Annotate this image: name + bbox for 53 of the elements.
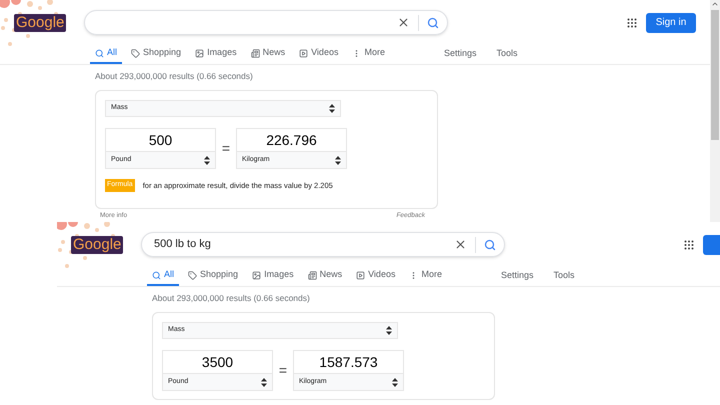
search-tab[interactable]: News	[246, 44, 290, 64]
settings-link[interactable]: Settings	[444, 44, 476, 64]
up-down-arrow-icon	[335, 156, 341, 164]
search-field[interactable]	[84, 10, 448, 35]
doodle-logo[interactable]: Google	[71, 236, 124, 254]
search-tab[interactable]: More	[347, 44, 390, 64]
close-icon[interactable]	[454, 238, 467, 251]
sign-in-button[interactable]: Sign in	[646, 12, 696, 32]
search-icon[interactable]	[484, 238, 496, 250]
up-down-arrow-icon	[204, 156, 210, 164]
tab-icon	[188, 270, 198, 280]
tab-icon	[308, 270, 317, 280]
search-query: 500 lb to kg	[154, 237, 212, 252]
search-tab[interactable]: Videos	[294, 44, 344, 64]
search-tab[interactable]: News	[302, 266, 348, 286]
equals-sign: =	[221, 139, 231, 158]
tools-link[interactable]: Tools	[554, 266, 575, 286]
tab-icon	[299, 48, 308, 58]
search-tab[interactable]: Shopping	[183, 266, 244, 286]
doodle-logo[interactable]: Google	[14, 14, 66, 32]
up-down-arrow-icon	[386, 326, 392, 335]
search-tab[interactable]: Videos	[351, 266, 400, 286]
equals-sign: =	[278, 361, 288, 380]
search-tab[interactable]: Shopping	[126, 44, 186, 64]
search-tab[interactable]: More	[404, 266, 447, 286]
apps-grid-icon[interactable]	[626, 16, 638, 28]
up-down-arrow-icon	[329, 104, 335, 113]
close-icon[interactable]	[397, 16, 410, 29]
apps-grid-icon[interactable]	[683, 238, 695, 250]
search-icon[interactable]	[427, 16, 439, 28]
value-field[interactable]: 226.796	[237, 129, 346, 151]
results-stats: About 293,000,000 results (0.66 seconds)	[95, 70, 254, 83]
up-down-arrow-icon	[392, 378, 398, 386]
tab-icon	[131, 48, 140, 58]
tab-icon	[252, 270, 262, 280]
settings-link[interactable]: Settings	[500, 266, 534, 286]
results-stats: About 293,000,000 results (0.66 seconds)	[152, 292, 311, 305]
tab-icon	[195, 48, 204, 58]
value-field[interactable]: 3500	[163, 351, 272, 373]
tab-icon	[152, 270, 161, 280]
value-field[interactable]: 500	[106, 129, 215, 151]
search-field[interactable]: 500 lb to kg	[141, 232, 505, 257]
value-field[interactable]: 1587.573	[294, 351, 403, 373]
tab-icon	[95, 48, 104, 58]
search-tab[interactable]: Images	[247, 266, 299, 286]
scrollbar[interactable]	[710, 0, 720, 222]
tab-icon	[250, 48, 260, 58]
tools-link[interactable]: Tools	[496, 44, 518, 64]
tab-icon	[356, 270, 366, 280]
search-tab[interactable]: Images	[190, 44, 242, 64]
search-tab[interactable]: All	[90, 44, 122, 64]
search-tab[interactable]: All	[147, 266, 180, 286]
up-down-arrow-icon	[261, 378, 267, 386]
